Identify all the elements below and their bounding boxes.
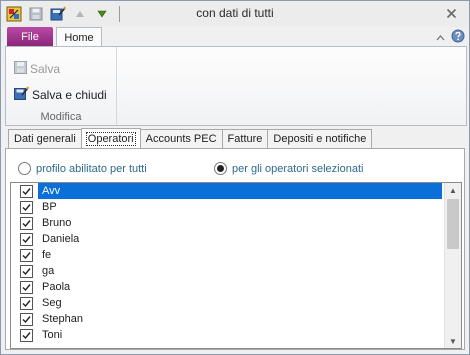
- list-item[interactable]: ga: [11, 263, 443, 279]
- list-item[interactable]: Stephan: [11, 311, 443, 327]
- scroll-down-icon[interactable]: ▼: [445, 334, 461, 348]
- tab-label: Operatori: [85, 131, 136, 146]
- operators-list[interactable]: Avv BP Bruno Daniela fe ga Paola Seg Stephan Toni…: [10, 182, 462, 349]
- operator-name: Daniela: [42, 233, 80, 245]
- save-and-close-button[interactable]: Salva e chiudi: [14, 86, 107, 104]
- save-and-close-label: Salva e chiudi: [32, 88, 107, 102]
- checkmark-icon: [22, 300, 31, 308]
- tab-label: Depositi e notifiche: [273, 133, 367, 145]
- checkbox[interactable]: [20, 249, 33, 262]
- group-label: Modifica: [40, 111, 82, 123]
- operator-name: Seg: [42, 297, 62, 309]
- operator-name: Stephan: [42, 313, 83, 325]
- checkbox[interactable]: [20, 329, 33, 342]
- tab-home[interactable]: Home: [56, 27, 102, 47]
- operators-rows: Avv BP Bruno Daniela fe ga Paola Seg Stephan Toni: [11, 183, 443, 343]
- operatori-tab-body: profilo abilitato per tutti per gli oper…: [5, 148, 465, 350]
- operator-name: Bruno: [42, 217, 72, 229]
- save-icon: [14, 61, 27, 77]
- checkmark-icon: [22, 284, 31, 292]
- ribbon-controls: [436, 29, 465, 46]
- tab-file[interactable]: File: [7, 27, 53, 47]
- checkbox[interactable]: [20, 297, 33, 310]
- window-title: con dati di tutti: [196, 6, 274, 20]
- radio-label: profilo abilitato per tutti: [36, 162, 147, 175]
- ribbon-group-modifica: Salva Salva e chiudi Modifica: [6, 47, 117, 125]
- operator-name: BP: [42, 201, 57, 213]
- help-icon[interactable]: [451, 29, 465, 46]
- checkbox[interactable]: [20, 281, 33, 294]
- tab-depositi-e-notifiche[interactable]: Depositi e notifiche: [267, 129, 373, 148]
- checkmark-icon: [22, 268, 31, 276]
- checkmark-icon: [22, 316, 31, 324]
- checkmark-icon: [22, 236, 31, 244]
- save-and-close-icon: [14, 86, 30, 104]
- checkmark-icon: [22, 220, 31, 228]
- checkmark-icon: [22, 332, 31, 340]
- checkmark-icon: [22, 252, 31, 260]
- close-icon[interactable]: [441, 4, 461, 22]
- list-item[interactable]: Toni: [11, 327, 443, 343]
- tab-label: Dati generali: [14, 133, 76, 145]
- list-item[interactable]: Seg: [11, 295, 443, 311]
- list-item[interactable]: fe: [11, 247, 443, 263]
- checkbox[interactable]: [20, 217, 33, 230]
- checkmark-icon: [22, 204, 31, 212]
- operator-name: Paola: [42, 281, 71, 293]
- tab-fatture[interactable]: Fatture: [221, 129, 269, 148]
- chevron-up-icon[interactable]: [436, 32, 445, 44]
- content-panel: Dati generali Operatori Accounts PEC Fat…: [5, 128, 465, 350]
- checkbox[interactable]: [20, 313, 33, 326]
- app-window: con dati di tutti File Home Salva Salva …: [0, 0, 470, 355]
- list-item[interactable]: Daniela: [11, 231, 443, 247]
- operator-name: ga: [42, 265, 55, 277]
- title-bar: con dati di tutti: [1, 1, 469, 27]
- ribbon-tabs: File Home: [1, 27, 469, 47]
- tab-label: Accounts PEC: [145, 133, 217, 145]
- radio-button[interactable]: [18, 162, 31, 175]
- checkmark-icon: [22, 188, 31, 196]
- radio-button[interactable]: [214, 162, 227, 175]
- radio-selected-operators[interactable]: per gli operatori selezionati: [214, 162, 363, 175]
- tab-label: Fatture: [227, 133, 263, 145]
- operator-name: fe: [42, 249, 52, 261]
- checkbox[interactable]: [20, 233, 33, 246]
- radio-all-operators[interactable]: profilo abilitato per tutti: [18, 162, 147, 175]
- list-item[interactable]: Paola: [11, 279, 443, 295]
- vertical-scrollbar[interactable]: ▲ ▼: [444, 183, 461, 348]
- operator-name: Avv: [38, 183, 442, 199]
- checkbox[interactable]: [20, 265, 33, 278]
- checkbox[interactable]: [20, 201, 33, 214]
- save-label: Salva: [30, 62, 61, 76]
- list-item[interactable]: Avv: [11, 183, 443, 199]
- list-item[interactable]: Bruno: [11, 215, 443, 231]
- content-tabs: Dati generali Operatori Accounts PEC Fat…: [8, 128, 373, 149]
- scroll-thumb[interactable]: [447, 199, 459, 249]
- save-button[interactable]: Salva: [14, 61, 60, 77]
- radio-label: per gli operatori selezionati: [232, 162, 364, 175]
- list-item[interactable]: BP: [11, 199, 443, 215]
- tab-dati-generali[interactable]: Dati generali: [8, 129, 82, 148]
- tab-operatori[interactable]: Operatori: [80, 128, 141, 148]
- ribbon-panel: Salva Salva e chiudi Modifica: [5, 46, 467, 126]
- operator-name: Toni: [42, 329, 63, 341]
- scroll-up-icon[interactable]: ▲: [445, 183, 461, 197]
- checkbox[interactable]: [20, 185, 33, 198]
- tab-accounts-pec[interactable]: Accounts PEC: [139, 129, 223, 148]
